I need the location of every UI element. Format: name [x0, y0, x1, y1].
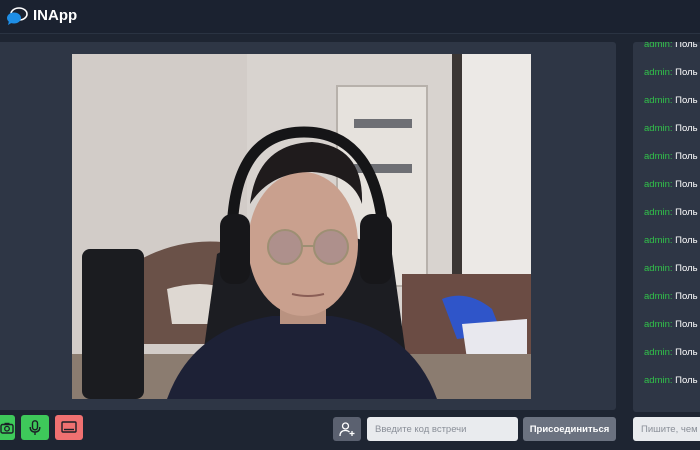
chat-message: admin: Поль: [644, 67, 698, 78]
chat-message: admin: Поль: [644, 42, 698, 50]
camera-icon: [0, 422, 14, 434]
chat-message-text: Поль: [675, 291, 698, 302]
chat-username: admin:: [644, 42, 673, 50]
chat-username: admin:: [644, 67, 673, 78]
add-participant-button[interactable]: [333, 417, 361, 441]
chat-message: admin: Поль: [644, 375, 698, 386]
chat-username: admin:: [644, 179, 673, 190]
chat-username: admin:: [644, 347, 673, 358]
screen-share-button[interactable]: [55, 415, 83, 440]
app-title: INApp: [33, 7, 78, 24]
chat-message-text: Поль: [675, 375, 698, 386]
chat-message: admin: Поль: [644, 235, 698, 246]
chat-message: admin: Поль: [644, 151, 698, 162]
chat-message-input[interactable]: [633, 417, 700, 441]
chat-message-text: Поль: [675, 151, 698, 162]
chat-message: admin: Поль: [644, 347, 698, 358]
chat-username: admin:: [644, 123, 673, 134]
chat-message-text: Поль: [675, 179, 698, 190]
chat-message-text: Поль: [675, 263, 698, 274]
chat-message-text: Поль: [675, 67, 698, 78]
top-bar: INApp: [0, 0, 700, 34]
app-logo-icon: [7, 7, 28, 25]
chat-message-text: Поль: [675, 95, 698, 106]
chat-username: admin:: [644, 319, 673, 330]
chat-message-text: Поль: [675, 347, 698, 358]
microphone-icon: [29, 419, 41, 435]
chat-message: admin: Поль: [644, 291, 698, 302]
chat-message: admin: Поль: [644, 207, 698, 218]
chat-panel: admin: Поль admin: Поль admin: Поль admi…: [633, 42, 700, 412]
add-person-icon: [339, 422, 355, 437]
chat-username: admin:: [644, 235, 673, 246]
chat-message-text: Поль: [675, 235, 698, 246]
chat-message-text: Поль: [675, 319, 698, 330]
join-meeting-button[interactable]: Присоединиться: [523, 417, 616, 441]
webcam-feed-image: [72, 54, 531, 399]
chat-message-text: Поль: [675, 42, 698, 50]
chat-username: admin:: [644, 375, 673, 386]
webcam-video: [72, 54, 531, 399]
chat-username: admin:: [644, 207, 673, 218]
chat-username: admin:: [644, 263, 673, 274]
chat-username: admin:: [644, 151, 673, 162]
chat-message: admin: Поль: [644, 319, 698, 330]
meeting-code-input[interactable]: [367, 417, 518, 441]
chat-username: admin:: [644, 291, 673, 302]
chat-message-text: Поль: [675, 123, 698, 134]
chat-message: admin: Поль: [644, 263, 698, 274]
screen-icon: [61, 421, 77, 433]
chat-message: admin: Поль: [644, 95, 698, 106]
mic-toggle-button[interactable]: [21, 415, 49, 440]
camera-toggle-button[interactable]: [0, 415, 15, 440]
chat-message: admin: Поль: [644, 179, 698, 190]
chat-message: admin: Поль: [644, 123, 698, 134]
chat-username: admin:: [644, 95, 673, 106]
chat-message-text: Поль: [675, 207, 698, 218]
